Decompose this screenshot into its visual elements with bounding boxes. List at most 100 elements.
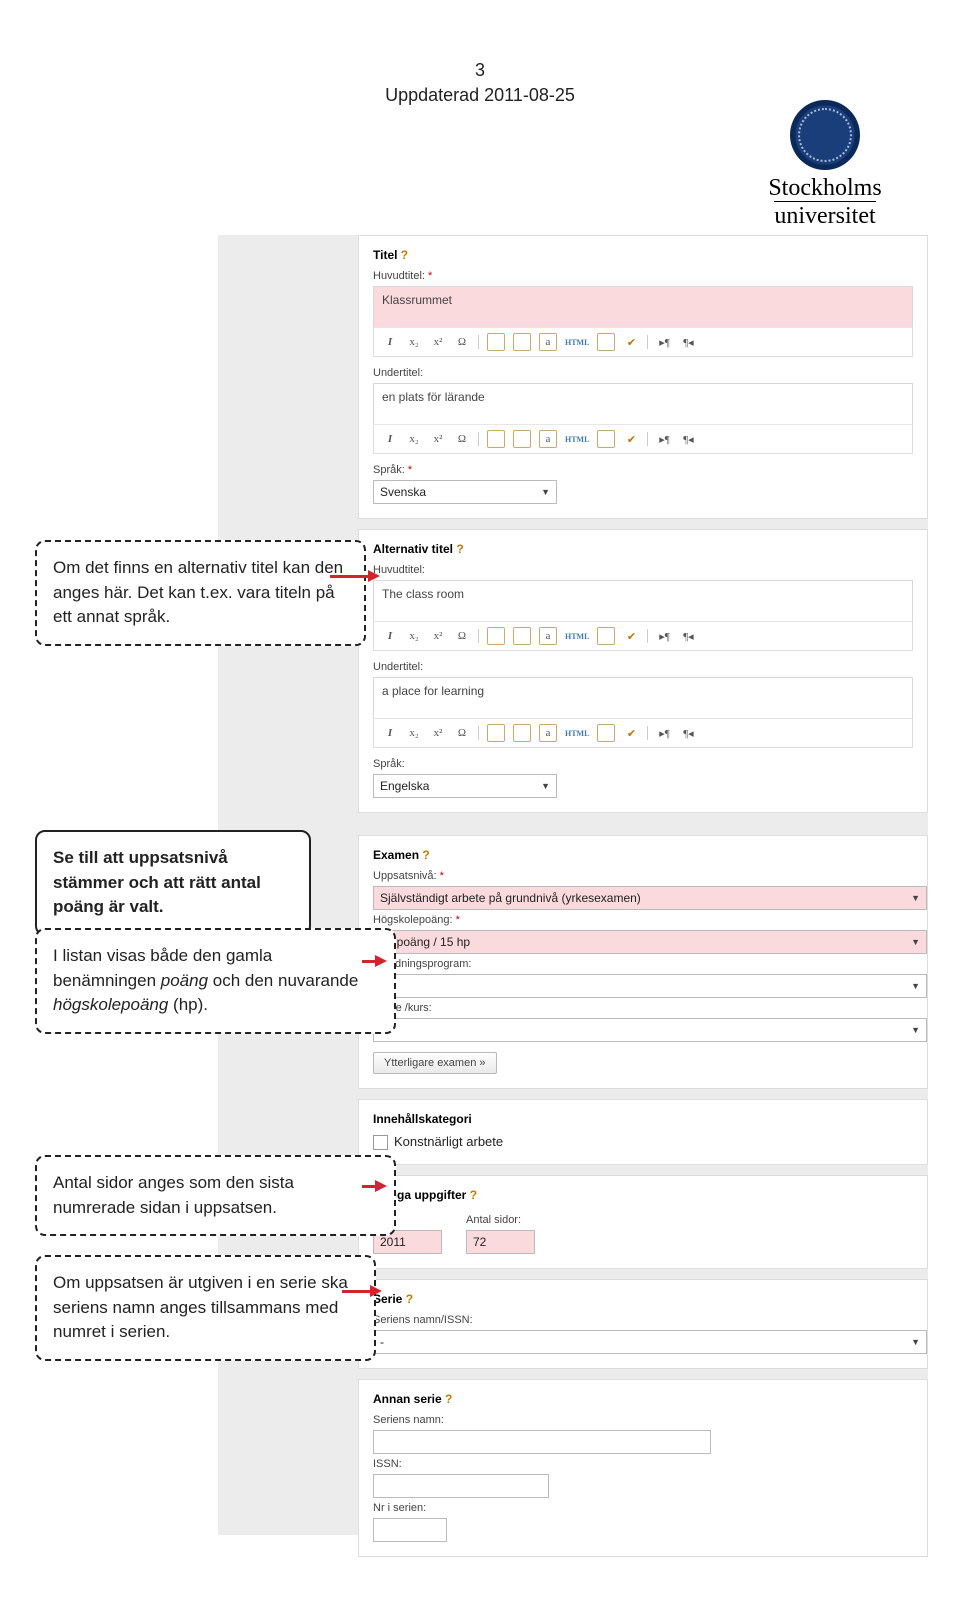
- omega-icon[interactable]: Ω: [454, 431, 470, 447]
- subscript-icon[interactable]: x₂: [406, 628, 422, 644]
- ltr-icon[interactable]: ▸¶: [656, 431, 672, 447]
- omega-icon[interactable]: Ω: [454, 725, 470, 741]
- university-logo: Stockholmsuniversitet: [740, 100, 910, 229]
- alt-undertitel-label: Undertitel:: [373, 661, 913, 673]
- subscript-icon[interactable]: x₂: [406, 431, 422, 447]
- html-icon[interactable]: HTML: [565, 628, 589, 644]
- paste-word-icon[interactable]: [513, 627, 531, 645]
- callout-hp: I listan visas både den gamla benämninge…: [35, 928, 396, 1034]
- editor-toolbar[interactable]: I x₂ x² Ω a HTML ✔ ▸¶ ¶◂: [373, 424, 913, 454]
- char-icon[interactable]: a: [539, 333, 557, 351]
- innehall-heading: Innehållskategori: [373, 1112, 913, 1126]
- html-icon[interactable]: HTML: [565, 431, 589, 447]
- serie-panel: Serie ? Seriens namn/ISSN: -▼: [358, 1279, 928, 1369]
- editor-toolbar[interactable]: I x₂ x² Ω a HTML ✔ ▸¶ ¶◂: [373, 718, 913, 748]
- superscript-icon[interactable]: x²: [430, 725, 446, 741]
- konstnarligt-label: Konstnärligt arbete: [394, 1134, 503, 1149]
- prog-label: Utbildningsprogram:: [373, 958, 913, 970]
- huvudtitel-label: Huvudtitel:: [373, 270, 425, 282]
- callout-level: Se till att uppsatsnivå stämmer och att …: [35, 830, 311, 936]
- paste-word-icon[interactable]: [513, 333, 531, 351]
- paste-icon[interactable]: [487, 627, 505, 645]
- konstnarligt-checkbox[interactable]: [373, 1135, 388, 1150]
- help-icon[interactable]: ?: [406, 1292, 413, 1306]
- alt-sprak-label: Språk:: [373, 758, 913, 770]
- subscript-icon[interactable]: x₂: [406, 334, 422, 350]
- paste-icon[interactable]: [487, 333, 505, 351]
- hp-select[interactable]: 10 poäng / 15 hp▼: [373, 930, 927, 954]
- paste-icon[interactable]: [487, 724, 505, 742]
- arrow-head-icon: [375, 1180, 387, 1192]
- examen-heading: Examen: [373, 848, 419, 862]
- char-icon[interactable]: a: [539, 724, 557, 742]
- paste-icon[interactable]: [487, 430, 505, 448]
- examen-panel: Examen ? Uppsatsnivå: * Självständigt ar…: [358, 835, 928, 1089]
- alt-undertitel-input[interactable]: a place for learning: [373, 677, 913, 719]
- annan-nr-input[interactable]: [373, 1518, 447, 1542]
- annan-namn-label: Seriens namn:: [373, 1414, 913, 1426]
- editor-toolbar[interactable]: I x₂ x² Ω a HTML ✔ ▸¶ ¶◂: [373, 621, 913, 651]
- img-icon[interactable]: [597, 430, 615, 448]
- html-icon[interactable]: HTML: [565, 334, 589, 350]
- alt-huvudtitel-input[interactable]: The class room: [373, 580, 913, 622]
- callout-pages: Antal sidor anges som den sista numrerad…: [35, 1155, 396, 1236]
- sprak-select[interactable]: Svenska▼: [373, 480, 557, 504]
- bold-icon[interactable]: I: [382, 334, 398, 350]
- rtl-icon[interactable]: ¶◂: [680, 431, 696, 447]
- annan-namn-input[interactable]: [373, 1430, 711, 1454]
- sidor-input[interactable]: [466, 1230, 535, 1254]
- arrow-head-icon: [370, 1285, 382, 1297]
- omega-icon[interactable]: Ω: [454, 628, 470, 644]
- annan-issn-input[interactable]: [373, 1474, 549, 1498]
- rtl-icon[interactable]: ¶◂: [680, 334, 696, 350]
- more-examen-button[interactable]: Ytterligare examen »: [373, 1052, 497, 1074]
- rtl-icon[interactable]: ¶◂: [680, 725, 696, 741]
- chevron-down-icon: ▼: [911, 1337, 920, 1347]
- img-icon[interactable]: [597, 627, 615, 645]
- undertitel-input[interactable]: en plats för lärande: [373, 383, 913, 425]
- superscript-icon[interactable]: x²: [430, 431, 446, 447]
- omega-icon[interactable]: Ω: [454, 334, 470, 350]
- bold-icon[interactable]: I: [382, 628, 398, 644]
- paste-word-icon[interactable]: [513, 430, 531, 448]
- logo-line2: universitet: [774, 201, 875, 229]
- char-icon[interactable]: a: [539, 627, 557, 645]
- alt-sprak-select[interactable]: Engelska▼: [373, 774, 557, 798]
- chevron-down-icon: ▼: [911, 893, 920, 903]
- callout-alt-title: Om det finns en alternativ titel kan den…: [35, 540, 366, 646]
- char-icon[interactable]: a: [539, 430, 557, 448]
- arrow-icon: [342, 1290, 372, 1293]
- niva-select[interactable]: Självständigt arbete på grundnivå (yrkes…: [373, 886, 927, 910]
- serie-namn-select[interactable]: -▼: [373, 1330, 927, 1354]
- help-icon[interactable]: ?: [470, 1188, 477, 1202]
- editor-toolbar[interactable]: I x₂ x² Ω a HTML ✔ ▸¶ ¶◂: [373, 327, 913, 357]
- ltr-icon[interactable]: ▸¶: [656, 725, 672, 741]
- ltr-icon[interactable]: ▸¶: [656, 334, 672, 350]
- check-icon[interactable]: ✔: [623, 431, 639, 447]
- superscript-icon[interactable]: x²: [430, 334, 446, 350]
- check-icon[interactable]: ✔: [623, 334, 639, 350]
- bold-icon[interactable]: I: [382, 725, 398, 741]
- huvudtitel-input[interactable]: Klassrummet: [373, 286, 913, 328]
- img-icon[interactable]: [597, 724, 615, 742]
- hp-label: Högskolepoäng:: [373, 914, 453, 926]
- prog-select[interactable]: ▼: [373, 974, 927, 998]
- ltr-icon[interactable]: ▸¶: [656, 628, 672, 644]
- niva-label: Uppsatsnivå:: [373, 870, 437, 882]
- subscript-icon[interactable]: x₂: [406, 725, 422, 741]
- help-icon[interactable]: ?: [456, 542, 463, 556]
- img-icon[interactable]: [597, 333, 615, 351]
- superscript-icon[interactable]: x²: [430, 628, 446, 644]
- check-icon[interactable]: ✔: [623, 725, 639, 741]
- check-icon[interactable]: ✔: [623, 628, 639, 644]
- help-icon[interactable]: ?: [401, 248, 408, 262]
- sidor-label: Antal sidor:: [466, 1214, 535, 1226]
- amne-select[interactable]: ▼: [373, 1018, 927, 1042]
- paste-word-icon[interactable]: [513, 724, 531, 742]
- help-icon[interactable]: ?: [445, 1392, 452, 1406]
- titel-panel: Titel ? Huvudtitel: * Klassrummet I x₂ x…: [358, 235, 928, 519]
- bold-icon[interactable]: I: [382, 431, 398, 447]
- html-icon[interactable]: HTML: [565, 725, 589, 741]
- rtl-icon[interactable]: ¶◂: [680, 628, 696, 644]
- help-icon[interactable]: ?: [422, 848, 429, 862]
